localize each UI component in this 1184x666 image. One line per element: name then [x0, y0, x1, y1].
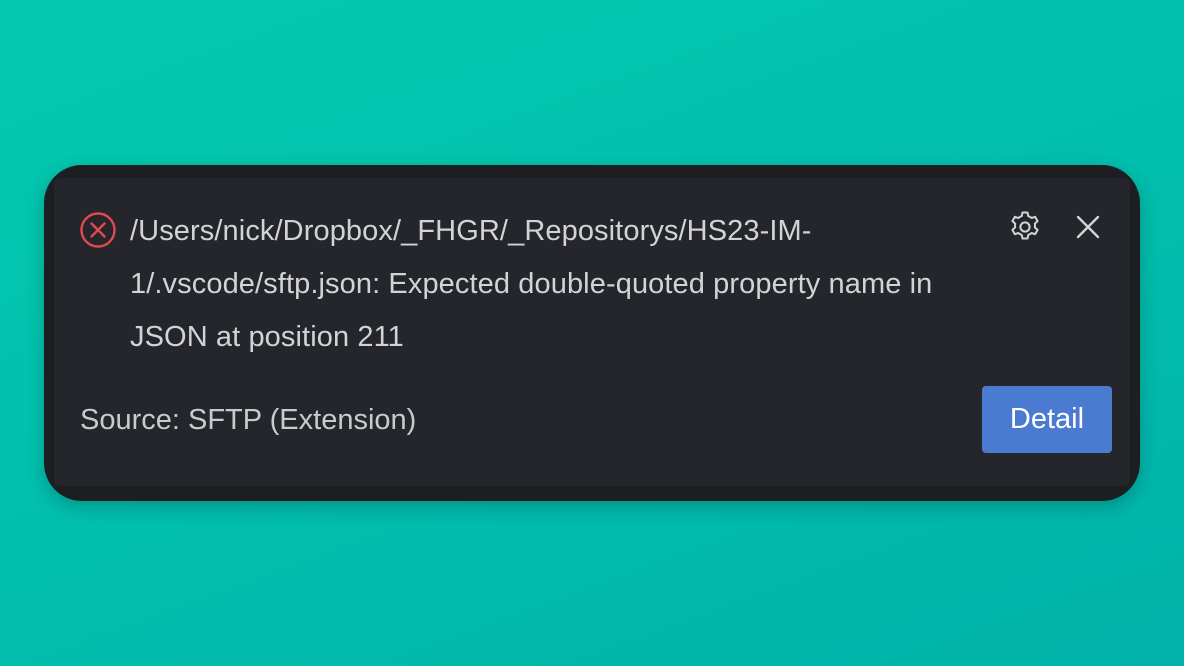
gear-icon	[1007, 209, 1043, 250]
notification-close-button[interactable]	[1068, 209, 1108, 249]
notification-source: Source: SFTP (Extension)	[80, 404, 417, 436]
detail-button[interactable]: Detail	[982, 386, 1112, 453]
close-icon	[1075, 214, 1101, 245]
notification-message: /Users/nick/Dropbox/_FHGR/_Repositorys/H…	[130, 215, 933, 353]
notification-settings-button[interactable]	[1005, 209, 1045, 249]
error-circle-icon	[79, 211, 117, 249]
